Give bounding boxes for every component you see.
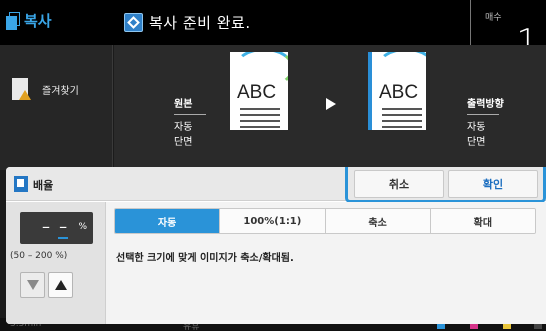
ratio-display[interactable]: – – % <box>20 212 93 244</box>
tab-auto[interactable]: 자동 <box>115 209 221 233</box>
status-info-icon <box>124 13 143 32</box>
mode-description: 선택한 크기에 맞게 이미지가 축소/확대됨. <box>116 253 294 264</box>
increase-button[interactable] <box>48 272 73 298</box>
dialog-header: 배율 취소 확인 <box>6 167 546 203</box>
original-value-2: 단면 <box>174 137 193 148</box>
doc-text: ABC <box>379 82 419 103</box>
copy-icon <box>6 11 20 30</box>
copies-label: 매수 <box>485 13 502 23</box>
ratio-value: – – <box>42 217 70 236</box>
ratio-control: – – % (50 – 200 %) <box>6 202 106 324</box>
output-value-2: 단면 <box>467 137 486 148</box>
output-document-thumbnail: ABC <box>368 52 426 130</box>
top-bar: 복사 복사 준비 완료. 매수 1 <box>0 0 546 62</box>
triangle-up-icon <box>54 280 67 290</box>
ok-button[interactable]: 확인 <box>448 170 538 198</box>
arrow-right-icon <box>326 98 336 110</box>
output-settings[interactable]: 출력방향 자동 단면 <box>467 95 504 150</box>
favorites-icon <box>12 78 31 100</box>
original-value-1: 자동 <box>174 122 193 133</box>
cancel-button[interactable]: 취소 <box>354 170 444 198</box>
app-title: 복사 <box>6 10 52 31</box>
ratio-range-text: (50 – 200 %) <box>10 251 68 261</box>
decrease-button[interactable] <box>20 272 45 298</box>
ratio-unit: % <box>78 222 87 232</box>
cursor-indicator <box>58 237 68 239</box>
magnification-mode-tabs: 자동 100%(1:1) 축소 확대 <box>114 208 536 234</box>
dialog-actions: 취소 확인 <box>345 167 546 203</box>
dialog-body: – – % (50 – 200 %) 자동 100%(1:1) 축소 확대 선택… <box>6 202 546 324</box>
tab-reduce[interactable]: 축소 <box>325 209 431 233</box>
app-title-label: 복사 <box>24 12 52 30</box>
sidebar-item-favorites[interactable]: 즐겨찾기 <box>0 69 113 109</box>
sidebar-item-label: 즐겨찾기 <box>42 85 79 97</box>
status-text: 복사 준비 완료. <box>149 14 251 32</box>
sidebar: 즐겨찾기 <box>0 45 113 170</box>
dialog-title: 배율 <box>33 179 54 192</box>
triangle-down-icon <box>26 280 39 290</box>
original-title: 원본 <box>174 99 193 110</box>
status-area: 복사 준비 완료. <box>124 12 251 33</box>
tab-enlarge[interactable]: 확대 <box>430 209 535 233</box>
magnification-icon <box>14 176 28 192</box>
tab-100-percent[interactable]: 100%(1:1) <box>220 209 326 233</box>
original-settings[interactable]: 원본 자동 단면 <box>174 95 206 150</box>
magnification-dialog: 배율 취소 확인 – – % (50 – 200 %) 자동 100%(1:1)… <box>6 167 546 324</box>
original-document-thumbnail: ABC <box>230 52 288 130</box>
doc-text: ABC <box>237 82 277 103</box>
output-value-1: 자동 <box>467 122 486 133</box>
copy-preview-panel: 원본 자동 단면 ABC ABC 출력방향 자동 단면 <box>114 45 546 170</box>
output-title: 출력방향 <box>467 99 504 110</box>
